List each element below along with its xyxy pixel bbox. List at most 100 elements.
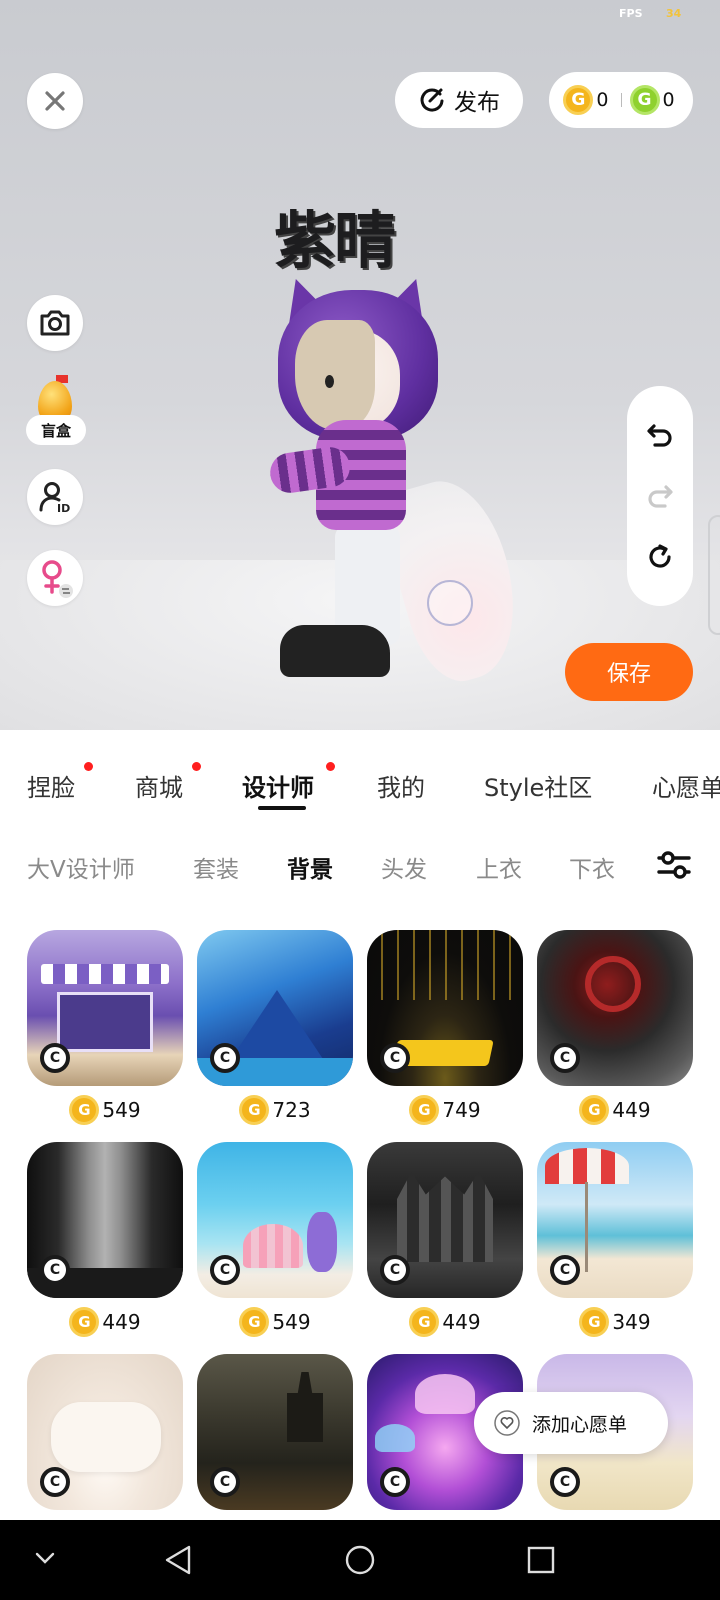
price-value: 449 xyxy=(612,1098,651,1122)
item-thumbnail: C xyxy=(27,930,183,1086)
item-thumbnail: C xyxy=(27,1142,183,1298)
publish-label: 发布 xyxy=(454,90,500,116)
item-price: G 723 xyxy=(197,1094,353,1126)
filter-icon[interactable] xyxy=(656,847,692,883)
green-coin-count: 0 xyxy=(662,89,675,111)
side-drawer-handle[interactable] xyxy=(708,515,720,635)
avatar-id-button[interactable]: ID xyxy=(27,469,83,525)
system-navigation-bar xyxy=(0,1520,720,1600)
creator-badge-icon: C xyxy=(380,1467,410,1497)
gold-coin-icon: G xyxy=(239,1095,270,1125)
user-id-icon: ID xyxy=(39,482,70,514)
gold-coin-icon: G xyxy=(563,85,594,115)
gender-switch-button[interactable] xyxy=(27,550,83,606)
item-thumbnail: C xyxy=(537,1142,693,1298)
tab-style-community[interactable]: Style社区 xyxy=(484,768,592,803)
price-value: 449 xyxy=(102,1310,141,1334)
subtab-outfit[interactable]: 套装 xyxy=(193,850,239,884)
item-price: G 549 xyxy=(27,1094,183,1126)
publish-icon xyxy=(420,88,444,112)
save-button[interactable]: 保存 xyxy=(565,643,693,701)
grid-item[interactable]: C G 723 xyxy=(197,930,353,1126)
close-icon xyxy=(45,91,65,111)
creator-badge-icon: C xyxy=(210,1255,240,1285)
grid-item[interactable]: C G 449 xyxy=(537,930,693,1126)
active-tab-indicator xyxy=(258,806,306,810)
undo-icon[interactable] xyxy=(645,420,675,450)
gold-coin-icon: G xyxy=(579,1307,610,1337)
item-price: G 449 xyxy=(367,1306,523,1338)
tab-mall[interactable]: 商城 xyxy=(135,768,183,803)
fps-label: FPS xyxy=(619,7,643,20)
currency-balance[interactable]: G 0 G 0 xyxy=(549,72,693,128)
grid-item[interactable]: C G 749 xyxy=(367,930,523,1126)
recents-icon[interactable] xyxy=(526,1545,556,1575)
grid-item[interactable]: C G 349 xyxy=(537,1142,693,1338)
subtab-bottom[interactable]: 下衣 xyxy=(569,850,615,884)
item-thumbnail: C xyxy=(537,930,693,1086)
rotate-joystick[interactable] xyxy=(427,580,473,626)
price-value: 549 xyxy=(102,1098,141,1122)
blindbox-button[interactable]: 盲盒 xyxy=(26,375,86,447)
add-to-wishlist-button[interactable]: 添加心愿单 xyxy=(474,1392,668,1454)
creator-badge-icon: C xyxy=(550,1255,580,1285)
coin-divider xyxy=(620,93,622,107)
avatar-name-tag: 紫晴 xyxy=(274,204,396,277)
grid-item[interactable]: C G 549 xyxy=(197,1142,353,1338)
category-tabs: 大V设计师 套装 背景 头发 上衣 下衣 xyxy=(0,830,720,900)
creator-badge-icon: C xyxy=(380,1255,410,1285)
grid-item[interactable]: C G 449 xyxy=(367,1142,523,1338)
avatar-model[interactable]: 紫晴 xyxy=(260,190,590,710)
blindbox-label: 盲盒 xyxy=(26,415,86,445)
price-value: 449 xyxy=(442,1310,481,1334)
publish-button[interactable]: 发布 xyxy=(395,72,523,128)
fps-value: 34 xyxy=(666,7,682,20)
item-price: G 449 xyxy=(537,1094,693,1126)
close-button[interactable] xyxy=(27,73,83,129)
female-icon xyxy=(42,560,73,598)
avatar-eye xyxy=(325,375,334,388)
gold-coin-icon: G xyxy=(409,1095,440,1125)
back-icon[interactable] xyxy=(163,1544,193,1576)
subtab-big-v-designer[interactable]: 大V设计师 xyxy=(27,850,135,884)
grid-item[interactable]: C G 449 xyxy=(27,1142,183,1338)
grid-item[interactable]: C G 549 xyxy=(27,930,183,1126)
tab-wishlist[interactable]: 心愿单 xyxy=(652,768,720,803)
price-value: 749 xyxy=(442,1098,481,1122)
grid-item[interactable]: C xyxy=(197,1354,353,1510)
reset-icon[interactable] xyxy=(645,542,675,572)
redo-icon[interactable] xyxy=(645,481,675,511)
item-thumbnail: C xyxy=(197,1354,353,1510)
camera-icon xyxy=(40,310,70,336)
gold-coin-icon: G xyxy=(409,1307,440,1337)
subtab-top[interactable]: 上衣 xyxy=(476,850,522,884)
tab-face-dot xyxy=(84,762,93,771)
camera-button[interactable] xyxy=(27,295,83,351)
wishlist-label: 添加心愿单 xyxy=(532,1413,628,1436)
item-thumbnail: C xyxy=(367,930,523,1086)
chevron-down-icon[interactable] xyxy=(34,1550,56,1566)
avatar-stage[interactable]: FPS 34 发布 G 0 G 0 盲盒 ID 紫晴 保存 xyxy=(0,0,720,730)
gold-coin-icon: G xyxy=(69,1307,100,1337)
tab-designer[interactable]: 设计师 xyxy=(242,768,314,803)
gold-coin-icon: G xyxy=(579,1095,610,1125)
creator-badge-icon: C xyxy=(210,1043,240,1073)
item-thumbnail: C xyxy=(27,1354,183,1510)
item-thumbnail: C xyxy=(367,1142,523,1298)
home-icon[interactable] xyxy=(344,1544,376,1576)
history-panel xyxy=(627,386,693,606)
gold-coin-icon: G xyxy=(69,1095,100,1125)
tab-mall-dot xyxy=(192,762,201,771)
tab-face[interactable]: 捏脸 xyxy=(27,768,75,803)
creator-badge-icon: C xyxy=(550,1467,580,1497)
subtab-background[interactable]: 背景 xyxy=(287,850,333,884)
price-value: 723 xyxy=(272,1098,311,1122)
green-coin-icon: G xyxy=(629,85,660,115)
creator-badge-icon: C xyxy=(210,1467,240,1497)
price-value: 549 xyxy=(272,1310,311,1334)
gold-coin-count: 0 xyxy=(596,89,609,111)
tab-mine[interactable]: 我的 xyxy=(377,768,425,803)
grid-item[interactable]: C xyxy=(27,1354,183,1510)
subtab-hair[interactable]: 头发 xyxy=(381,850,427,884)
creator-badge-icon: C xyxy=(40,1043,70,1073)
